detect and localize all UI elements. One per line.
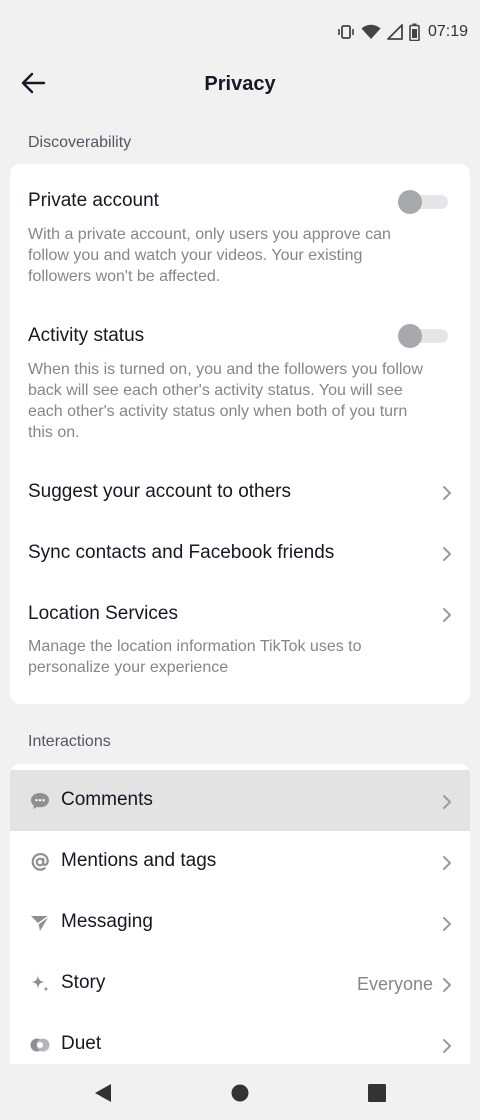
status-bar: 07:19 [0, 0, 480, 64]
sync-contacts-row[interactable]: Sync contacts and Facebook friends [10, 523, 470, 583]
chevron-right-icon [442, 485, 452, 501]
vibrate-icon [337, 24, 355, 40]
comment-bubble-icon [28, 789, 52, 813]
section-label-interactions: Interactions [28, 733, 111, 750]
battery-icon [409, 23, 420, 41]
signal-icon [387, 24, 403, 40]
activity-status-row: Activity status When this is turned on, … [10, 298, 470, 452]
location-services-row[interactable]: Location Services Manage the location in… [10, 584, 470, 694]
wifi-icon [361, 24, 381, 40]
interaction-label: Story [61, 972, 106, 993]
interaction-label: Duet [61, 1033, 102, 1054]
chevron-right-icon [442, 546, 452, 562]
discoverability-card: Private account With a private account, … [10, 164, 470, 704]
location-services-description: Manage the location information TikTok u… [28, 638, 362, 676]
interaction-row-comments[interactable]: Comments [10, 770, 470, 831]
location-services-title: Location Services [28, 603, 178, 624]
nav-back-icon[interactable] [92, 1082, 114, 1104]
nav-recents-icon[interactable] [366, 1082, 388, 1104]
interaction-row-mentions[interactable]: Mentions and tags [10, 831, 470, 892]
sync-contacts-title: Sync contacts and Facebook friends [28, 542, 335, 563]
header: Privacy [0, 64, 480, 104]
interaction-row-story[interactable]: Story Everyone [10, 953, 470, 1014]
interaction-row-duet[interactable]: Duet [10, 1014, 470, 1064]
activity-status-toggle[interactable] [398, 324, 448, 348]
chevron-right-icon [442, 794, 452, 810]
at-sign-icon [28, 850, 52, 874]
interaction-label: Comments [61, 789, 153, 810]
toggle-knob [398, 190, 422, 214]
back-button[interactable] [18, 70, 48, 100]
system-navigation-bar [0, 1064, 480, 1120]
back-arrow-icon [20, 72, 46, 99]
interaction-label: Messaging [61, 911, 153, 932]
private-account-toggle[interactable] [398, 190, 448, 214]
chevron-right-icon [442, 607, 452, 623]
send-message-icon [28, 911, 52, 935]
chevron-right-icon [442, 977, 452, 993]
chevron-right-icon [442, 1038, 452, 1054]
interactions-card: Comments Mentions and tags Messaging Sto… [10, 764, 470, 1064]
nav-home-icon[interactable] [229, 1082, 251, 1104]
suggest-account-row[interactable]: Suggest your account to others [10, 462, 470, 522]
sparkle-icon [28, 972, 52, 996]
chevron-right-icon [442, 916, 452, 932]
interaction-value: Everyone [356, 974, 433, 994]
suggest-account-title: Suggest your account to others [28, 481, 291, 502]
interaction-row-messaging[interactable]: Messaging [10, 892, 470, 953]
duet-icon [28, 1033, 52, 1057]
page-title: Privacy [204, 72, 276, 95]
private-account-row: Private account With a private account, … [10, 164, 470, 298]
activity-status-title: Activity status [28, 325, 145, 346]
section-label-discoverability: Discoverability [28, 134, 132, 151]
chevron-right-icon [442, 855, 452, 871]
interaction-label: Mentions and tags [61, 850, 217, 871]
toggle-knob [398, 324, 422, 348]
status-time: 07:19 [427, 23, 468, 40]
activity-status-description: When this is turned on, you and the foll… [28, 361, 423, 441]
private-account-description: With a private account, only users you a… [28, 226, 391, 285]
private-account-title: Private account [28, 190, 159, 211]
